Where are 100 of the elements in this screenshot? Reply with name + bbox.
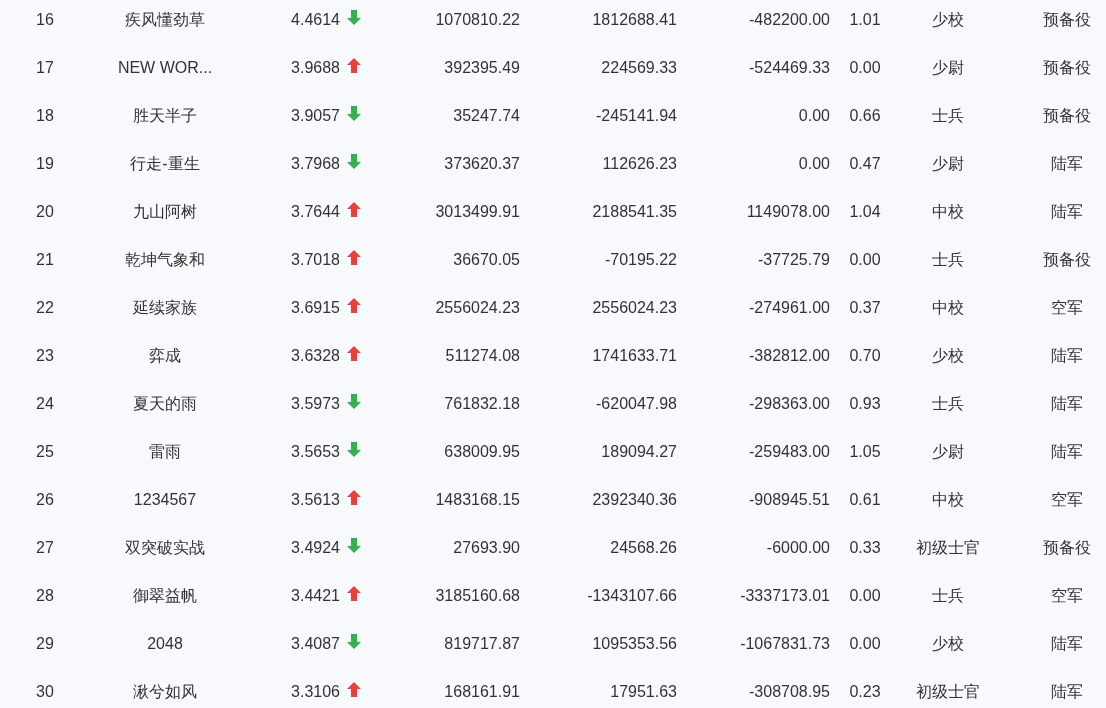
player-name: 行走-重生: [130, 153, 200, 174]
score: 3.7644: [291, 203, 340, 221]
table-cell: -1067831.73: [740, 635, 830, 653]
military-rank: 士兵: [931, 585, 964, 606]
table-cell: 2188541.35: [592, 203, 677, 221]
score: 3.5973: [291, 395, 340, 413]
table-cell: 24568.26: [610, 539, 677, 557]
table-cell: -524469.33: [749, 59, 830, 77]
ratio: 0.33: [849, 539, 881, 557]
branch: 预备役: [1042, 57, 1091, 78]
table-cell: 3185160.68: [435, 587, 520, 605]
rank-number: 24: [36, 395, 54, 413]
ratio: 0.70: [849, 347, 881, 365]
table-cell: -308708.95: [749, 683, 830, 701]
ratio: 0.61: [849, 491, 881, 509]
branch: 预备役: [1042, 105, 1091, 126]
table-cell: -908945.51: [749, 491, 830, 509]
branch: 预备役: [1042, 249, 1091, 270]
table-cell: -482200.00: [749, 11, 830, 29]
ratio: 0.93: [849, 395, 881, 413]
player-name: NEW WOR...: [117, 59, 213, 77]
table-cell: 1149078.00: [746, 203, 830, 221]
table-cell: 392395.49: [444, 59, 520, 77]
table-cell: -3337173.01: [740, 587, 830, 605]
ratio: 0.47: [849, 155, 881, 173]
military-rank: 少尉: [931, 441, 964, 462]
branch: 陆军: [1050, 153, 1083, 174]
player-name: 延续家族: [133, 297, 197, 318]
military-rank: 中校: [931, 201, 964, 222]
score: 3.6915: [291, 299, 340, 317]
ratio: 1.01: [849, 11, 881, 29]
rank-number: 17: [36, 59, 54, 77]
military-rank: 少校: [931, 345, 964, 366]
table-cell: 1483168.15: [435, 491, 520, 509]
table-cell: 27693.90: [453, 539, 520, 557]
military-rank: 少尉: [931, 153, 964, 174]
player-name: 双突破实战: [125, 537, 205, 558]
score: 4.4614: [291, 11, 340, 29]
rank-number: 23: [36, 347, 54, 365]
table-cell: 2556024.23: [435, 299, 520, 317]
table-cell: 3013499.91: [435, 203, 520, 221]
table-cell: 35247.74: [453, 107, 520, 125]
branch: 空军: [1050, 489, 1083, 510]
military-rank: 少尉: [931, 57, 964, 78]
rank-number: 26: [36, 491, 54, 509]
score: 3.4421: [291, 587, 340, 605]
table-cell: 2556024.23: [592, 299, 677, 317]
table-cell: -6000.00: [766, 539, 830, 557]
rank-number: 22: [36, 299, 54, 317]
table-cell: 373620.37: [444, 155, 520, 173]
score: 3.6328: [291, 347, 340, 365]
table-cell: -274961.00: [749, 299, 830, 317]
military-rank: 少校: [931, 633, 964, 654]
ratio: 0.66: [849, 107, 881, 125]
ratio: 1.04: [849, 203, 881, 221]
player-name: 乾坤气象和: [125, 249, 205, 270]
ratio: 1.05: [849, 443, 881, 461]
table-cell: 36670.05: [453, 251, 520, 269]
rank-number: 18: [36, 107, 54, 125]
branch: 预备役: [1042, 537, 1091, 558]
branch: 预备役: [1042, 9, 1091, 30]
rank-number: 30: [36, 683, 54, 701]
player-name: 湫兮如风: [133, 681, 197, 702]
table-cell: 189094.27: [601, 443, 677, 461]
table-cell: 638009.95: [444, 443, 520, 461]
table-cell: -37725.79: [757, 251, 830, 269]
player-name: 雷雨: [149, 441, 181, 462]
player-name: 胜天半子: [133, 105, 197, 126]
branch: 陆军: [1050, 681, 1083, 702]
branch: 陆军: [1050, 441, 1083, 462]
player-name: 夏天的雨: [133, 393, 197, 414]
branch: 陆军: [1050, 345, 1083, 366]
table-cell: 511274.08: [445, 347, 520, 365]
table-cell: 112626.23: [602, 155, 677, 173]
branch: 空军: [1050, 297, 1083, 318]
player-name: 疾风懂劲草: [125, 9, 205, 30]
ratio: 0.37: [849, 299, 881, 317]
table-cell: 819717.87: [444, 635, 520, 653]
table-cell: 0.00: [798, 155, 830, 173]
ratio: 0.00: [849, 251, 881, 269]
score: 3.5613: [291, 491, 340, 509]
ratio: 0.00: [849, 635, 881, 653]
table-cell: 2392340.36: [592, 491, 677, 509]
military-rank: 初级士官: [915, 681, 980, 702]
score: 3.3106: [291, 683, 340, 701]
table-cell: -382812.00: [749, 347, 830, 365]
score: 3.5653: [291, 443, 340, 461]
player-name: 九山阿树: [133, 201, 197, 222]
player-name: 2048: [147, 635, 183, 653]
table-cell: -70195.22: [604, 251, 677, 269]
table-cell: -620047.98: [596, 395, 677, 413]
rank-number: 27: [36, 539, 54, 557]
rank-number: 29: [36, 635, 54, 653]
military-rank: 少校: [931, 9, 964, 30]
table-cell: 168161.91: [444, 683, 520, 701]
table-cell: 224569.33: [601, 59, 677, 77]
military-rank: 中校: [931, 297, 964, 318]
rank-number: 25: [36, 443, 54, 461]
ratio: 0.00: [849, 587, 881, 605]
table-cell: -245141.94: [596, 107, 677, 125]
